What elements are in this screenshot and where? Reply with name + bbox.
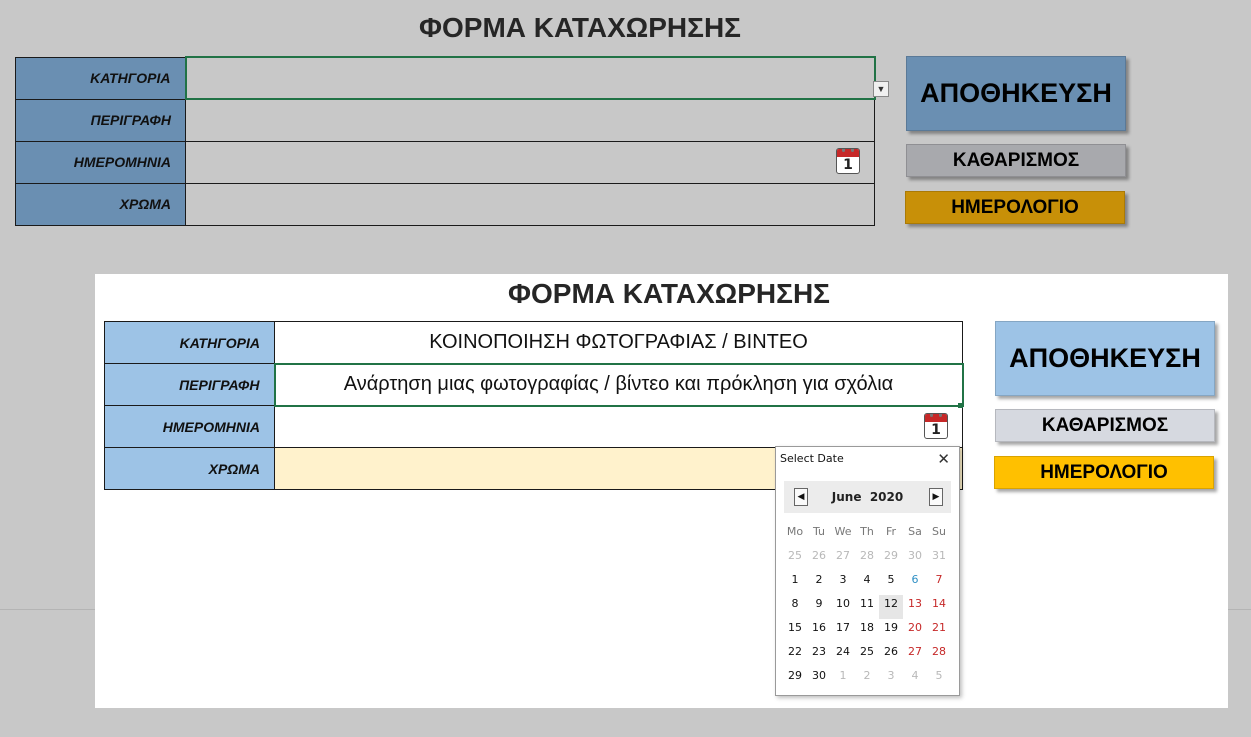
calendar-day[interactable]: 23	[807, 643, 831, 667]
date-picker-title: Select Date	[780, 452, 844, 465]
month-label: June	[831, 490, 862, 504]
top-save-button[interactable]: ΑΠΟΘΗΚΕΥΣΗ	[906, 56, 1126, 131]
weekday-header: Fr	[885, 525, 897, 538]
sheet-gridline	[1228, 609, 1251, 610]
calendar-day[interactable]: 16	[807, 619, 831, 643]
calendar-day[interactable]: 10	[831, 595, 855, 619]
calendar-day[interactable]: 2	[855, 667, 879, 691]
calendar-day[interactable]: 29	[783, 667, 807, 691]
calendar-day[interactable]: 27	[831, 547, 855, 571]
calendar-day[interactable]: 19	[879, 619, 903, 643]
top-label-description: ΠΕΡΙΓΡΑΦΗ	[15, 98, 186, 142]
calendar-day[interactable]: 27	[903, 643, 927, 667]
calendar-day[interactable]: 24	[831, 643, 855, 667]
bottom-category-field[interactable]: ΚΟΙΝΟΠΟΙΗΣΗ ΦΩΤΟΓΡΑΦΙΑΣ / ΒΙΝΤΕΟ	[274, 321, 963, 364]
sheet-gridline	[0, 609, 95, 610]
calendar-day[interactable]: 30	[903, 547, 927, 571]
year-label: 2020	[869, 490, 904, 504]
top-date-field[interactable]	[185, 140, 875, 184]
calendar-day[interactable]: 28	[855, 547, 879, 571]
bottom-form-title: ΦΟΡΜΑ ΚΑΤΑΧΩΡΗΣΗΣ	[508, 278, 830, 309]
calendar-day[interactable]: 17	[831, 619, 855, 643]
calendar-day[interactable]: 4	[855, 571, 879, 595]
bottom-save-button[interactable]: ΑΠΟΘΗΚΕΥΣΗ	[995, 321, 1215, 396]
calendar-day[interactable]: 20	[903, 619, 927, 643]
top-color-field[interactable]	[185, 182, 875, 226]
bottom-clear-button[interactable]: ΚΑΘΑΡΙΣΜΟΣ	[995, 409, 1215, 442]
calendar-day[interactable]: 5	[879, 571, 903, 595]
close-icon[interactable]: ✕	[937, 450, 950, 468]
calendar-day[interactable]: 1	[831, 667, 855, 691]
month-bar: ◀ June 2020 ▶	[784, 481, 951, 513]
calendar-day[interactable]: 3	[831, 571, 855, 595]
calendar-day[interactable]: 1	[783, 571, 807, 595]
top-calendar-icon[interactable]: 1	[836, 148, 860, 174]
top-label-date: ΗΜΕΡΟΜΗΝΙΑ	[15, 140, 186, 184]
bottom-description-field[interactable]: Ανάρτηση μιας φωτογραφίας / βίντεο και π…	[273, 362, 964, 407]
calendar-day[interactable]: 26	[879, 643, 903, 667]
calendar-day[interactable]: 11	[855, 595, 879, 619]
calendar-day[interactable]: 2	[807, 571, 831, 595]
calendar-day[interactable]: 29	[879, 547, 903, 571]
top-form-title: ΦΟΡΜΑ ΚΑΤΑΧΩΡΗΣΗΣ	[419, 12, 741, 43]
month-year-label: June 2020	[784, 490, 951, 504]
weekday-header: Th	[860, 525, 874, 538]
calendar-day[interactable]: 18	[855, 619, 879, 643]
chevron-right-icon[interactable]: ▶	[929, 488, 943, 506]
top-clear-button[interactable]: ΚΑΘΑΡΙΣΜΟΣ	[906, 144, 1126, 177]
top-label-color: ΧΡΩΜΑ	[15, 182, 186, 226]
calendar-day[interactable]: 21	[927, 619, 951, 643]
bottom-label-description: ΠΕΡΙΓΡΑΦΗ	[104, 363, 275, 406]
bottom-calendar-button[interactable]: ΗΜΕΡΟΛΟΓΙΟ	[994, 456, 1214, 489]
top-label-category: ΚΑΤΗΓΟΡΙΑ	[15, 56, 186, 100]
calendar-day[interactable]: 6	[903, 571, 927, 595]
bottom-label-color: ΧΡΩΜΑ	[104, 447, 275, 490]
calendar-day[interactable]: 7	[927, 571, 951, 595]
calendar-day[interactable]: 30	[807, 667, 831, 691]
calendar-day[interactable]: 13	[903, 595, 927, 619]
calendar-day[interactable]: 31	[927, 547, 951, 571]
bottom-label-category: ΚΑΤΗΓΟΡΙΑ	[104, 321, 275, 364]
top-category-dropdown-icon[interactable]: ▼	[873, 81, 889, 97]
weekday-header: Tu	[812, 525, 826, 538]
calendar-day[interactable]: 9	[807, 595, 831, 619]
calendar-day[interactable]: 4	[903, 667, 927, 691]
calendar-day[interactable]: 3	[879, 667, 903, 691]
fill-handle[interactable]	[958, 403, 963, 408]
calendar-day[interactable]: 14	[927, 595, 951, 619]
calendar-day[interactable]: 12	[879, 595, 903, 619]
top-description-field[interactable]	[185, 98, 875, 142]
calendar-day[interactable]: 22	[783, 643, 807, 667]
calendar-day[interactable]: 25	[855, 643, 879, 667]
calendar-day[interactable]: 8	[783, 595, 807, 619]
weekday-header: We	[834, 525, 852, 538]
calendar-day[interactable]: 28	[927, 643, 951, 667]
top-category-field[interactable]	[184, 56, 876, 100]
weekday-header: Su	[932, 525, 946, 538]
bottom-calendar-icon[interactable]: 1	[924, 413, 948, 439]
top-form-table: ΚΑΤΗΓΟΡΙΑ ΠΕΡΙΓΡΑΦΗ ΗΜΕΡΟΜΗΝΙΑ ΧΡΩΜΑ	[15, 56, 876, 226]
weekday-header: Sa	[908, 525, 922, 538]
calendar-day[interactable]: 25	[783, 547, 807, 571]
calendar-day[interactable]: 15	[783, 619, 807, 643]
calendar-day[interactable]: 5	[927, 667, 951, 691]
calendar-day[interactable]: 26	[807, 547, 831, 571]
bottom-date-field[interactable]	[274, 405, 963, 448]
top-calendar-button[interactable]: ΗΜΕΡΟΛΟΓΙΟ	[905, 191, 1125, 224]
weekday-header: Mo	[786, 525, 804, 538]
bottom-label-date: ΗΜΕΡΟΜΗΝΙΑ	[104, 405, 275, 448]
date-picker-popup: Select Date ✕ ◀ June 2020 ▶ Mo Tu We Th Fr Sa…	[775, 446, 960, 696]
